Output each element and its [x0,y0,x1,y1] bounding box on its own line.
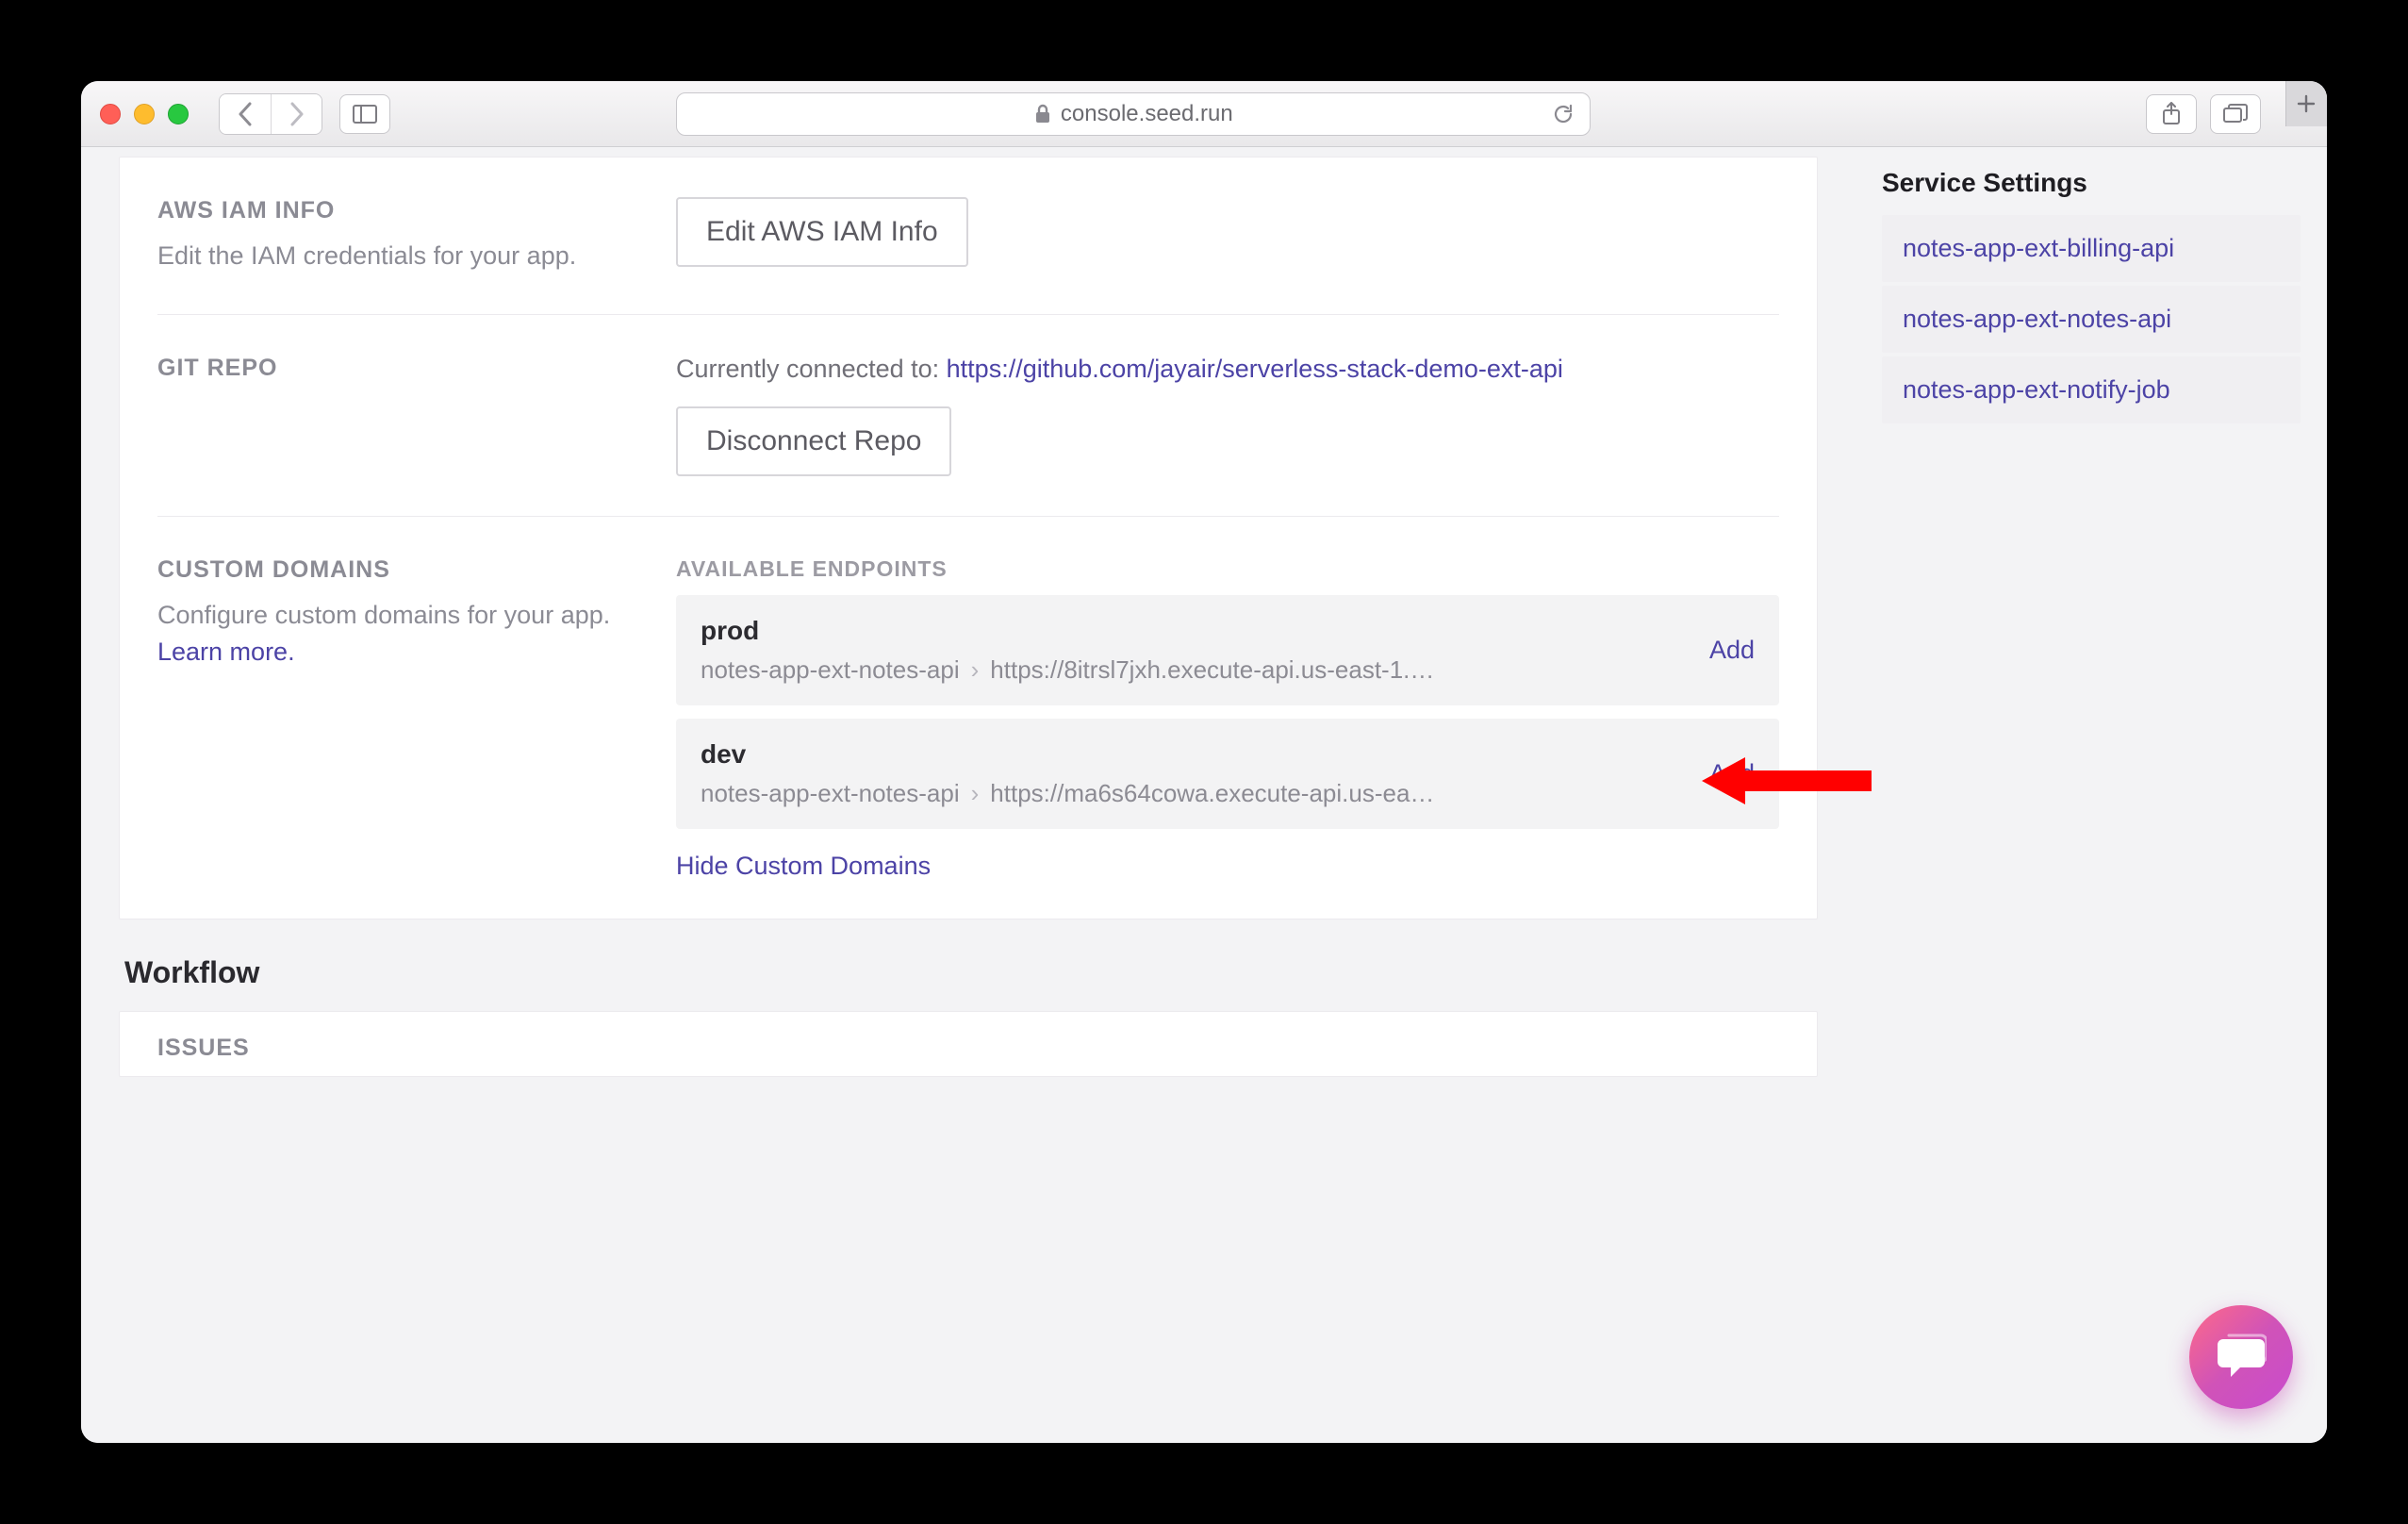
tabs-button[interactable] [2210,94,2261,134]
section-iam: AWS IAM INFO Edit the IAM credentials fo… [120,157,1817,314]
issues-title: ISSUES [157,1035,1779,1062]
chevron-left-icon [237,102,254,126]
nav-buttons [219,93,322,135]
address-bar[interactable]: console.seed.run [676,92,1591,136]
chat-icon [2216,1334,2267,1381]
domains-title: CUSTOM DOMAINS [157,556,648,584]
reload-button[interactable] [1552,103,1575,125]
endpoint-service: notes-app-ext-notes-api [701,779,960,808]
workflow-heading: Workflow [124,955,1818,990]
zoom-window-button[interactable] [168,104,189,124]
page-body: AWS IAM INFO Edit the IAM credentials fo… [81,147,2327,1443]
chevron-right-icon: › [971,655,980,685]
domains-desc: Configure custom domains for your app. [157,601,610,629]
endpoint-name: prod [701,616,1687,646]
add-domain-button-dev[interactable]: Add [1709,759,1755,788]
chevron-right-icon [289,102,305,126]
sidebar-icon [353,105,377,124]
disconnect-repo-button[interactable]: Disconnect Repo [676,406,951,476]
lock-icon [1034,104,1051,124]
sidebar-item-notify-job[interactable]: notes-app-ext-notify-job [1882,356,2301,423]
available-endpoints-title: AVAILABLE ENDPOINTS [676,556,1779,582]
forward-button[interactable] [271,94,322,134]
endpoint-name: dev [701,739,1687,770]
endpoint-url: https://8itrsl7jxh.execute-api.us-east-1… [990,655,1434,685]
sidebar-item-notes-api[interactable]: notes-app-ext-notes-api [1882,286,2301,353]
sidebar-toggle-button[interactable] [339,94,390,134]
section-git: GIT REPO Currently connected to: https:/… [120,315,1817,516]
hide-custom-domains-link[interactable]: Hide Custom Domains [676,852,931,881]
git-repo-link[interactable]: https://github.com/jayair/serverless-sta… [947,355,1563,383]
back-button[interactable] [220,94,271,134]
edit-iam-button[interactable]: Edit AWS IAM Info [676,197,968,267]
tabs-icon [2223,104,2248,124]
share-button[interactable] [2146,94,2197,134]
service-settings-sidebar: Service Settings notes-app-ext-billing-a… [1855,147,2327,1443]
domains-learn-more-link[interactable]: Learn more. [157,638,295,666]
workflow-card: ISSUES [119,1011,1818,1077]
iam-desc: Edit the IAM credentials for your app. [157,238,648,274]
endpoint-url: https://ma6s64cowa.execute-api.us-ea… [990,779,1434,808]
browser-titlebar: console.seed.run [81,81,2327,147]
endpoint-row-dev: dev notes-app-ext-notes-api › https://ma… [676,719,1779,829]
chevron-right-icon: › [971,779,980,808]
add-domain-button-prod[interactable]: Add [1709,636,1755,665]
endpoint-row-prod: prod notes-app-ext-notes-api › https://8… [676,595,1779,705]
section-custom-domains: CUSTOM DOMAINS Configure custom domains … [120,517,1817,890]
plus-icon [2297,94,2316,113]
new-tab-button[interactable] [2285,81,2327,126]
traffic-lights [100,104,189,124]
sidebar-item-billing-api[interactable]: notes-app-ext-billing-api [1882,215,2301,282]
settings-card: AWS IAM INFO Edit the IAM credentials fo… [119,157,1818,919]
reload-icon [1552,103,1575,125]
chat-launcher-button[interactable] [2189,1305,2293,1409]
endpoint-service: notes-app-ext-notes-api [701,655,960,685]
close-window-button[interactable] [100,104,121,124]
safari-window: console.seed.run [81,81,2327,1443]
share-icon [2161,102,2182,126]
git-connected-prefix: Currently connected to: [676,355,947,383]
url-text: console.seed.run [1061,101,1233,127]
minimize-window-button[interactable] [134,104,155,124]
iam-title: AWS IAM INFO [157,197,648,224]
git-title: GIT REPO [157,355,648,382]
sidebar-title: Service Settings [1882,168,2301,198]
